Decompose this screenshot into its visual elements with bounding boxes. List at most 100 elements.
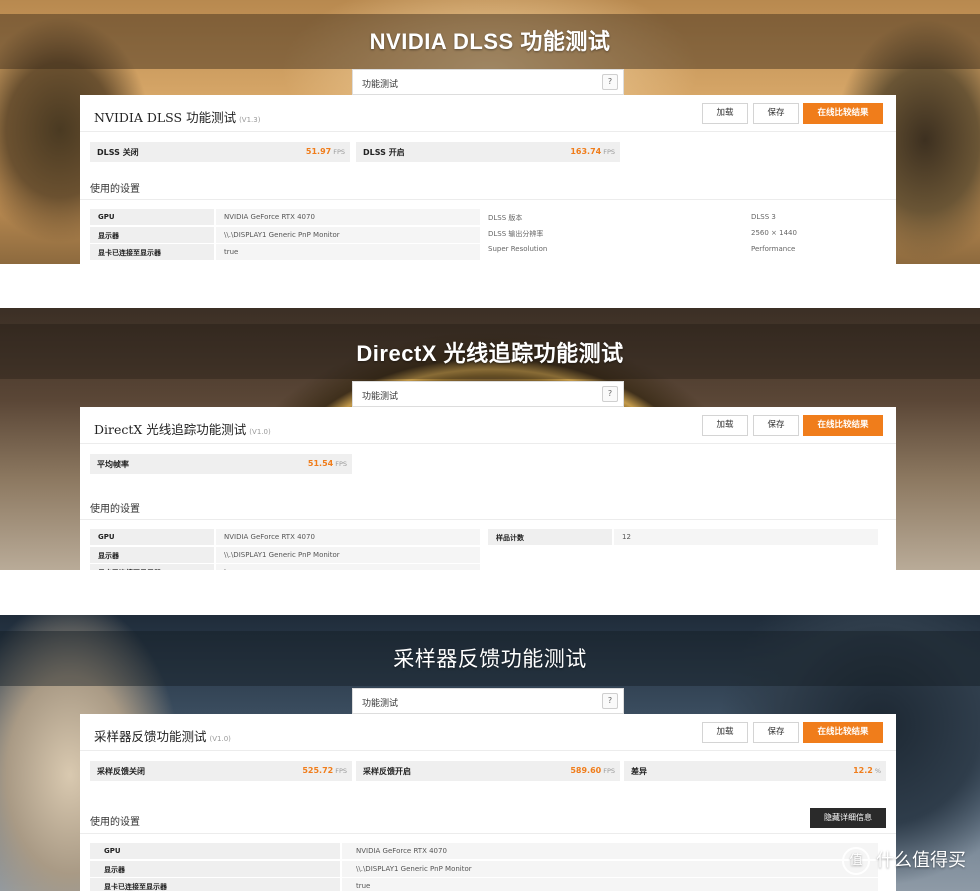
watermark-logo-icon: 值 (842, 847, 870, 875)
score-label: 差异 (631, 767, 647, 776)
hide-details-button[interactable]: 隐藏详细信息 (810, 808, 886, 828)
divider (80, 833, 896, 834)
setting-value: 12 (614, 529, 878, 545)
setting-value: true (216, 244, 480, 260)
score-unit: FPS (603, 767, 615, 775)
setting-key: GPU (90, 843, 340, 859)
setting-value: \\.\DISPLAY1 Generic PnP Monitor (216, 547, 480, 563)
setting-row-output-resolution: DLSS 输出分辨率 2560 × 1440 (488, 229, 797, 245)
load-button[interactable]: 加载 (702, 722, 748, 743)
score-unit: FPS (603, 148, 615, 156)
save-button[interactable]: 保存 (753, 103, 799, 124)
setting-row-monitor: 显示器 \\.\DISPLAY1 Generic PnP Monitor (90, 547, 480, 563)
score-feedback-off: 采样反馈关闭 525.72 FPS (90, 761, 352, 781)
raytracing-panel: DirectX 光线追踪功能测试 功能测试 ? DirectX 光线追踪功能测试… (0, 308, 980, 570)
setting-key: 显示器 (90, 227, 214, 243)
card-title-text: 采样器反馈功能测试 (94, 729, 207, 744)
score-label: 平均帧率 (97, 460, 129, 469)
setting-value: true (216, 564, 480, 570)
sampler-feedback-result-card: 采样器反馈功能测试 (V1.0) 加载 保存 在线比较结果 采样反馈关闭 525.… (80, 714, 896, 891)
card-header: NVIDIA DLSS 功能测试 (V1.3) 加载 保存 在线比较结果 (80, 95, 896, 132)
setting-row-dlss-version: DLSS 版本 DLSS 3 (488, 213, 776, 229)
score-dlss-off: DLSS 关闭 51.97 FPS (90, 142, 350, 162)
compare-online-button[interactable]: 在线比较结果 (803, 722, 883, 743)
watermark-text: 什么值得买 (876, 850, 966, 871)
sampler-feedback-tab-selector[interactable]: 功能测试 ? (352, 688, 624, 714)
setting-value: \\.\DISPLAY1 Generic PnP Monitor (216, 227, 480, 243)
score-unit: FPS (333, 148, 345, 156)
version-label: (V1.0) (249, 428, 271, 436)
card-header: 采样器反馈功能测试 (V1.0) 加载 保存 在线比较结果 (80, 714, 896, 751)
setting-value: NVIDIA GeForce RTX 4070 (216, 529, 480, 545)
setting-row-sample-count: 样品计数 12 (488, 529, 878, 545)
score-value: 163.74 FPS (570, 147, 615, 156)
score-unit: FPS (335, 460, 347, 468)
setting-row-gpu: GPU NVIDIA GeForce RTX 4070 (90, 529, 480, 545)
score-value: 525.72 FPS (302, 766, 347, 775)
score-number: 12.2 (853, 766, 873, 775)
score-unit: FPS (335, 767, 347, 775)
sampler-feedback-tab-label: 功能测试 (362, 699, 399, 709)
setting-key: DLSS 版本 (488, 214, 523, 222)
score-label: DLSS 关闭 (97, 148, 139, 157)
score-number: 51.97 (305, 147, 332, 156)
score-number: 163.74 (570, 147, 602, 156)
card-title-text: DirectX 光线追踪功能测试 (94, 422, 247, 437)
setting-value: \\.\DISPLAY1 Generic PnP Monitor (342, 861, 878, 877)
score-label: 采样反馈开启 (363, 767, 411, 776)
setting-value: true (342, 878, 878, 891)
setting-key: 显卡已连接至显示器 (90, 878, 340, 891)
setting-key: GPU (90, 529, 214, 545)
setting-key: 显示器 (90, 861, 340, 877)
setting-row-monitor: 显示器 \\.\DISPLAY1 Generic PnP Monitor (90, 861, 878, 877)
setting-key: 显卡已连接至显示器 (90, 244, 214, 260)
score-value: 12.2% (853, 766, 881, 775)
score-number: 51.54 (307, 459, 334, 468)
version-label: (V1.3) (239, 116, 261, 124)
load-button[interactable]: 加载 (702, 415, 748, 436)
load-button[interactable]: 加载 (702, 103, 748, 124)
score-value: 51.54 FPS (308, 459, 347, 468)
sampler-feedback-page-title: 采样器反馈功能测试 (393, 647, 587, 671)
score-number: 589.60 (570, 766, 602, 775)
divider (80, 199, 896, 200)
raytracing-tab-selector[interactable]: 功能测试 ? (352, 381, 624, 407)
save-button[interactable]: 保存 (753, 415, 799, 436)
help-icon[interactable]: ? (602, 693, 618, 709)
setting-row-connected: 显卡已连接至显示器 true (90, 244, 480, 260)
site-watermark: 值什么值得买 (842, 846, 966, 875)
help-icon[interactable]: ? (602, 74, 618, 90)
help-icon[interactable]: ? (602, 386, 618, 402)
score-label: 采样反馈关闭 (97, 767, 145, 776)
score-number: 525.72 (302, 766, 334, 775)
score-average-fps: 平均帧率 51.54 FPS (90, 454, 352, 474)
settings-heading: 使用的设置 (90, 817, 140, 828)
setting-row-connected: 显卡已连接至显示器 true (90, 878, 878, 891)
dlss-page-title: NVIDIA DLSS 功能测试 (369, 29, 611, 54)
setting-key: DLSS 输出分辨率 (488, 230, 544, 238)
compare-online-button[interactable]: 在线比较结果 (803, 103, 883, 124)
score-difference: 差异 12.2% (624, 761, 886, 781)
settings-heading: 使用的设置 (90, 504, 140, 515)
settings-heading: 使用的设置 (90, 184, 140, 195)
setting-key: 显卡已连接至显示器 (90, 564, 214, 570)
card-header: DirectX 光线追踪功能测试 (V1.0) 加载 保存 在线比较结果 (80, 407, 896, 444)
setting-key: 显示器 (90, 547, 214, 563)
divider (80, 519, 896, 520)
setting-value: 2560 × 1440 (751, 229, 797, 237)
score-dlss-on: DLSS 开启 163.74 FPS (356, 142, 620, 162)
score-value: 589.60 FPS (570, 766, 615, 775)
raytracing-page-title: DirectX 光线追踪功能测试 (356, 341, 624, 366)
sampler-feedback-panel: 采样器反馈功能测试 功能测试 ? 采样器反馈功能测试 (V1.0) 加载 保存 在… (0, 615, 980, 891)
dlss-tab-label: 功能测试 (362, 80, 399, 90)
card-title: 采样器反馈功能测试 (V1.0) (94, 726, 231, 745)
dlss-tab-selector[interactable]: 功能测试 ? (352, 69, 624, 95)
score-feedback-on: 采样反馈开启 589.60 FPS (356, 761, 620, 781)
card-title: DirectX 光线追踪功能测试 (V1.0) (94, 419, 271, 438)
version-label: (V1.0) (209, 735, 231, 743)
score-value: 51.97 FPS (306, 147, 345, 156)
score-label: DLSS 开启 (363, 148, 405, 157)
save-button[interactable]: 保存 (753, 722, 799, 743)
setting-value: NVIDIA GeForce RTX 4070 (216, 209, 480, 225)
compare-online-button[interactable]: 在线比较结果 (803, 415, 883, 436)
